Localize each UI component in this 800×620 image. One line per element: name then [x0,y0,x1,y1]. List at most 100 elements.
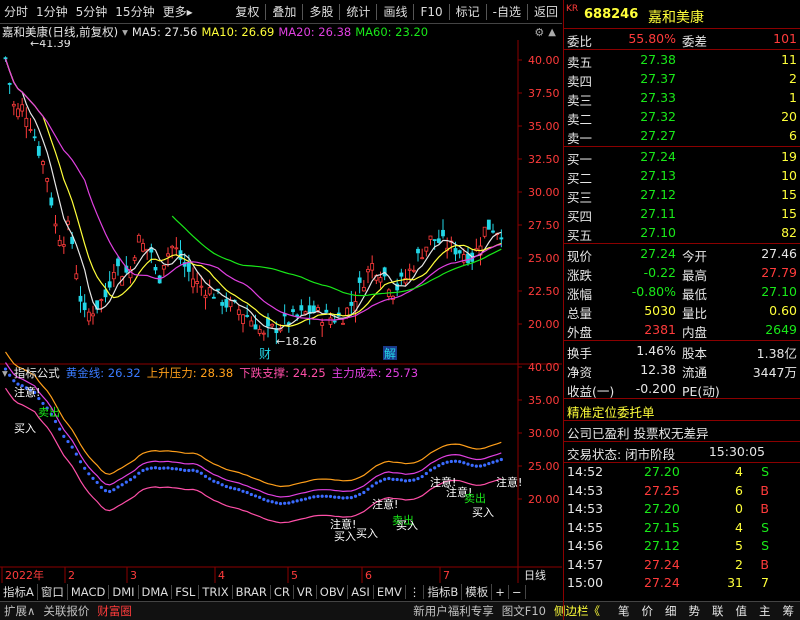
settings-gear-icon[interactable]: ⚙ [534,26,544,39]
f10-button[interactable]: F10 [416,5,446,19]
indicator-tab-14[interactable]: 指标B [424,583,463,600]
indicator-tab-5[interactable]: FSL [172,584,200,599]
candle-body [11,103,16,107]
candle-body [86,311,91,322]
candle-body [370,263,375,271]
kline-title-line: 嘉和美康(日线,前复权) ▾ MA5: 27.56 MA10: 26.69 MA… [0,24,562,40]
price-tick-label: 20.00 [528,318,560,331]
collapse-icon[interactable]: ▲ [548,27,556,38]
gold-line-dot [316,494,320,498]
tick-time: 14:57 [567,556,604,572]
indicator-tab-9[interactable]: VR [294,584,317,599]
x-tick-label: 7 [443,569,450,582]
tab-5min[interactable]: 5分钟 [72,3,112,20]
stat-label: 总量 [567,306,593,321]
ind-tick-label: 40.00 [528,361,560,374]
related-quote-button[interactable]: 关联报价 [39,603,93,619]
bid-label: 买四 [567,209,593,224]
gold-line-dot [308,496,312,500]
indicator-tab-15[interactable]: 模板 [462,583,493,600]
tick-time: 14:52 [567,464,604,479]
stock-code: 688246 [584,7,639,22]
new-user-benefit-link[interactable]: 新用户福利专享 [409,603,498,619]
candle-body [316,307,320,311]
gold-line-dot [470,463,474,467]
bid-price: 27.10 [640,225,676,240]
gold-line-dot [274,501,278,505]
ask-price: 27.38 [640,52,676,67]
candle-body [241,314,245,324]
indicator-name[interactable]: 指标公式 [14,365,60,381]
fuquan-button[interactable]: 复权 [231,3,263,20]
ma20-value: MA20: 26.38 [278,25,352,39]
ma5-value: MA5: 27.56 [131,25,198,39]
chart-area[interactable]: 40.00 37.50 35.00 32.50 30.00 27.50 25.00 22.50… [0,40,562,583]
tab-fenshi[interactable]: 分时 [0,3,32,20]
indicator-tab-7[interactable]: BRAR [233,584,271,599]
indicator-tab-13[interactable]: ⋮ [406,584,425,599]
candle-body [299,305,304,311]
candle-body [199,285,204,288]
expand-button[interactable]: 扩展∧ [0,603,39,619]
indicator-tab-0[interactable]: 指标A [0,583,38,600]
back-button[interactable]: 返回 [530,3,562,20]
gold-line-dot [199,471,203,475]
ma20-line [4,58,502,321]
candle-body [411,269,416,272]
wealth-circle-button[interactable]: 财富圈 [93,603,136,619]
indicator-tab-11[interactable]: ASI [348,584,374,599]
fund-label: 换手 [567,346,593,361]
tab-15min[interactable]: 15分钟 [111,3,158,20]
mark-button[interactable]: 标记 [452,3,484,20]
indicator-tab-12[interactable]: EMV [374,584,406,599]
candle-body [211,296,216,299]
gold-line-dot [145,467,149,471]
indicator-tab-1[interactable]: 窗口 [38,583,68,600]
tab-1min[interactable]: 1分钟 [32,3,72,20]
indicator-tab-3[interactable]: DMI [109,584,139,599]
multi-stock-button[interactable]: 多股 [305,3,337,20]
gold-line-dot [99,485,103,489]
graphic-f10-button[interactable]: 图文F10 [498,603,550,619]
candle-body [357,277,362,283]
divider [564,398,800,399]
indicator-tab-6[interactable]: TRIX [199,584,233,599]
gold-line-dot [341,496,345,500]
ask-row: 卖四 27.37 2 [564,70,800,89]
indicator-tab-8[interactable]: CR [271,584,294,599]
tab-more[interactable]: 更多▸ [159,3,197,20]
candle-body [453,248,458,255]
weibi-value: 55.80% [628,31,676,46]
chevron-down-icon[interactable]: ▾ [122,25,128,39]
candle-body [186,261,191,272]
tick-row: 14:57 27.24 2 B [564,556,800,575]
precise-order-banner[interactable]: 精准定位委托单 [567,402,655,421]
indicator-tab-4[interactable]: DMA [139,584,173,599]
draw-line-button[interactable]: 画线 [379,3,411,20]
candle-body [78,295,83,302]
candle-body [261,332,266,335]
stat-value: 27.24 [640,246,676,261]
stat-value: 5030 [644,303,676,318]
chevron-down-icon[interactable]: ▾ [2,366,8,380]
remove-watchlist-button[interactable]: -自选 [489,3,525,20]
stat-label: 涨跌 [567,268,593,283]
indicator-tab-2[interactable]: MACD [68,584,110,599]
candle-body [366,269,370,273]
indicator-tab-16[interactable]: + [492,584,509,599]
gold-line-dot [124,480,128,484]
x-tick-label: 2022年 [5,568,44,582]
indicator-tab-17[interactable]: − [509,584,526,599]
overlay-button[interactable]: 叠加 [268,3,300,20]
tick-time: 14:53 [567,482,604,498]
gold-line-dot [299,498,303,502]
gold-line-dot [403,479,408,483]
kline-title: 嘉和美康(日线,前复权) [2,25,119,39]
gold-line-dot [466,462,470,466]
stats-button[interactable]: 统计 [342,3,374,20]
candle-body [482,226,487,237]
candle-body [170,245,175,249]
gold-line-dot [228,486,233,490]
indicator-tab-10[interactable]: OBV [317,584,349,599]
gold-line-dot [462,461,466,465]
